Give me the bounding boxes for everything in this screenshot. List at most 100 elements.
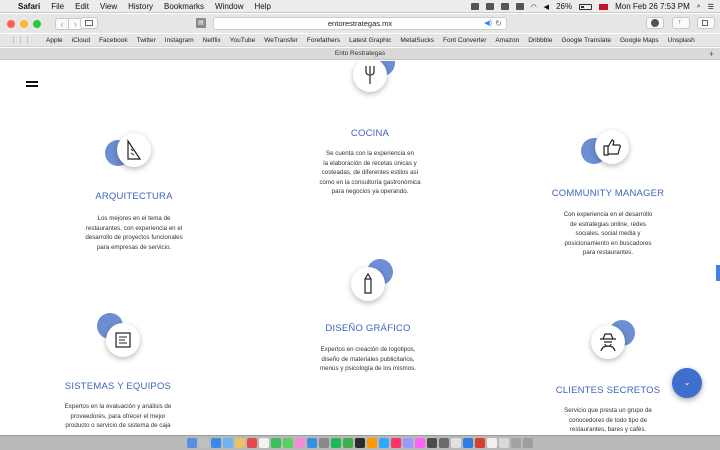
bookmark-amazon[interactable]: Amazon	[495, 37, 519, 44]
xd-icon[interactable]	[415, 438, 425, 448]
illustrator-icon[interactable]	[367, 438, 377, 448]
launchpad-icon[interactable]	[199, 438, 209, 448]
app-icon[interactable]	[475, 438, 485, 448]
bookmark-latest-graphic[interactable]: Latest Graphic	[349, 37, 391, 44]
bookmark-google-maps[interactable]: Google Maps	[620, 37, 659, 44]
itunes-icon[interactable]	[295, 438, 305, 448]
premiere-icon[interactable]	[403, 438, 413, 448]
menu-bar: Safari File Edit View History Bookmarks …	[0, 0, 720, 13]
audio-playing-icon[interactable]: ◀)	[484, 18, 492, 29]
minimize-window-button[interactable]	[20, 19, 28, 28]
tab-active[interactable]: Ento Restrategas	[335, 50, 385, 57]
battery-icon[interactable]	[579, 3, 593, 10]
menu-file[interactable]: File	[51, 2, 64, 11]
bookmark-twitter[interactable]: Twitter	[137, 37, 156, 44]
bookmark-instagram[interactable]: Instagram	[165, 37, 194, 44]
wifi-icon[interactable]: ◠	[531, 3, 537, 11]
app-icon[interactable]	[463, 438, 473, 448]
service-title: SISTEMAS Y EQUIPOS	[64, 381, 172, 392]
fork-icon	[353, 61, 387, 92]
service-title: DISEÑO GRÁFICO	[325, 323, 411, 334]
tabs-overview-button[interactable]	[697, 17, 715, 29]
downloads-button[interactable]	[646, 17, 664, 29]
facetime-icon[interactable]	[283, 438, 293, 448]
bookmark-netflix[interactable]: Netflix	[203, 37, 221, 44]
spy-icon	[591, 325, 625, 359]
scroll-down-button[interactable]: ⌄	[672, 368, 702, 398]
menu-bookmarks[interactable]: Bookmarks	[164, 2, 204, 11]
app-icon[interactable]	[355, 438, 365, 448]
back-button[interactable]: ‹	[55, 17, 69, 30]
indesign-icon[interactable]	[391, 438, 401, 448]
document-icon[interactable]	[499, 438, 509, 448]
safari-icon[interactable]	[211, 438, 221, 448]
status-app-icon[interactable]	[500, 3, 509, 10]
bookmark-google-translate[interactable]: Google Translate	[561, 37, 611, 44]
menu-history[interactable]: History	[128, 2, 153, 11]
service-description: Se cuenta con la experiencia en la elabo…	[319, 150, 421, 195]
messages-icon[interactable]	[271, 438, 281, 448]
system-preferences-icon[interactable]	[319, 438, 329, 448]
status-app-icon[interactable]	[515, 3, 524, 10]
bookmark-youtube[interactable]: YouTube	[230, 37, 256, 44]
menu-window[interactable]: Window	[215, 2, 243, 11]
flag-icon[interactable]	[599, 3, 609, 10]
calendar-icon[interactable]	[247, 438, 257, 448]
service-description: Con experiencia en el desarrollo de estr…	[563, 211, 653, 256]
clock[interactable]: Mon Feb 26 7:53 PM	[615, 2, 690, 11]
bookmark-dribbble[interactable]: Dribbble	[528, 37, 552, 44]
whatsapp-icon[interactable]	[343, 438, 353, 448]
app-icon[interactable]	[439, 438, 449, 448]
pencil-icon	[351, 267, 385, 301]
service-sistemas-y-equipos: SISTEMAS Y EQUIPOS Expertos en la evalua…	[38, 311, 198, 431]
search-icon[interactable]: ⌕	[697, 3, 701, 11]
menu-edit[interactable]: Edit	[75, 2, 89, 11]
status-app-icon[interactable]	[485, 3, 494, 10]
photoshop-icon[interactable]	[379, 438, 389, 448]
new-tab-button[interactable]: +	[709, 48, 714, 60]
mail-icon[interactable]	[223, 438, 233, 448]
bookmark-forefathers[interactable]: Forefathers	[307, 37, 340, 44]
bookmark-facebook[interactable]: Facebook	[99, 37, 128, 44]
scrollbar-thumb[interactable]	[716, 265, 720, 281]
bookmark-font-converter[interactable]: Font Converter	[443, 37, 486, 44]
address-bar[interactable]: entorestrategas.mx ◀) ↻	[213, 17, 507, 30]
app-icon[interactable]	[427, 438, 437, 448]
menu-app-name[interactable]: Safari	[18, 2, 40, 11]
sidebar-toggle-button[interactable]	[80, 17, 98, 29]
bookmark-unsplash[interactable]: Unsplash	[668, 37, 695, 44]
status-app-icon[interactable]	[470, 3, 479, 10]
sidebar-icon	[85, 20, 93, 26]
site-favicon-icon: ▤	[196, 18, 206, 28]
bookmark-wetransfer[interactable]: WeTransfer	[264, 37, 298, 44]
bookmark-apple[interactable]: Apple	[46, 37, 63, 44]
dock	[0, 435, 720, 450]
notes-icon[interactable]	[235, 438, 245, 448]
hamburger-menu-icon[interactable]	[26, 81, 38, 89]
service-arquitectura: ARQUITECTURA Los mejores en el tema de r…	[54, 127, 214, 252]
tab-bar: Ento Restrategas +	[0, 48, 720, 60]
menu-view[interactable]: View	[100, 2, 117, 11]
bookmark-icloud[interactable]: iCloud	[72, 37, 90, 44]
close-window-button[interactable]	[7, 19, 15, 28]
service-community-manager: COMMUNITY MANAGER Con experiencia en el …	[528, 124, 688, 258]
volume-icon[interactable]: ◀	[544, 3, 549, 11]
bookmark-metalsucks[interactable]: MetalSucks	[400, 37, 434, 44]
finder-icon[interactable]	[187, 438, 197, 448]
share-icon: ↑	[678, 19, 682, 26]
app-store-icon[interactable]	[307, 438, 317, 448]
share-button[interactable]: ↑	[672, 17, 690, 29]
menu-help[interactable]: Help	[254, 2, 270, 11]
reminders-icon[interactable]	[259, 438, 269, 448]
preview-icon[interactable]	[451, 438, 461, 448]
top-sites-grid-icon[interactable]: ⋮⋮⋮	[10, 36, 31, 44]
zoom-window-button[interactable]	[33, 19, 41, 28]
battery-percent: 26%	[556, 2, 573, 11]
spotify-icon[interactable]	[331, 438, 341, 448]
menu-list-icon[interactable]: ☰	[708, 3, 714, 11]
document-icon[interactable]	[511, 438, 521, 448]
monitor-icon	[106, 323, 140, 357]
trash-icon[interactable]	[523, 438, 533, 448]
document-icon[interactable]	[487, 438, 497, 448]
reload-icon[interactable]: ↻	[495, 18, 502, 29]
